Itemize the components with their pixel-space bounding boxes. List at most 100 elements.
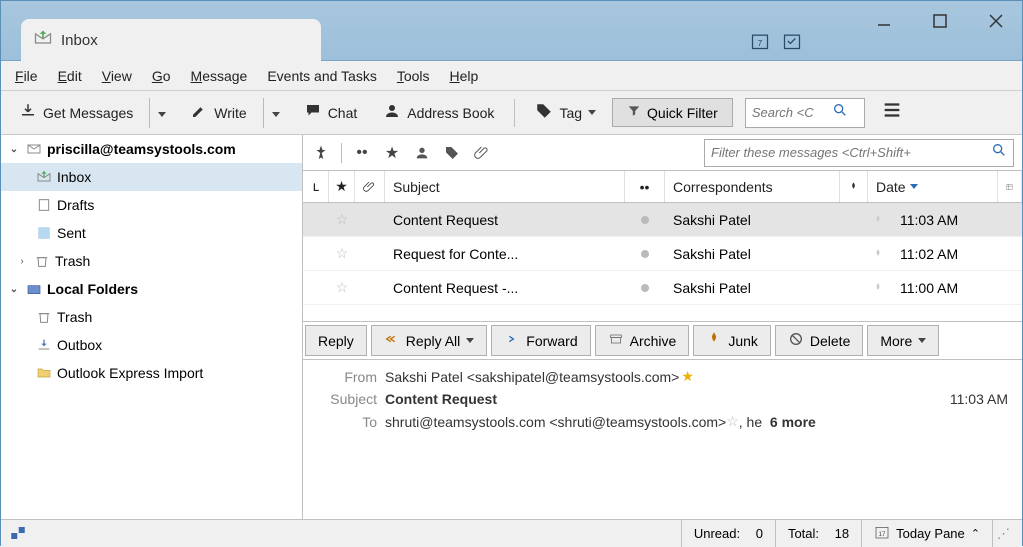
get-messages-button[interactable]: Get Messages bbox=[9, 98, 143, 127]
message-row[interactable]: ☆Content Request -...Sakshi Patel11:00 A… bbox=[303, 271, 1022, 305]
address-book-button[interactable]: Address Book bbox=[373, 98, 504, 127]
message-row[interactable]: ☆Content RequestSakshi Patel11:03 AM bbox=[303, 203, 1022, 237]
tasks-icon[interactable] bbox=[782, 31, 802, 51]
col-subject[interactable]: Subject bbox=[385, 171, 625, 202]
address-book-label: Address Book bbox=[407, 105, 494, 121]
folder-sent[interactable]: Sent bbox=[1, 219, 302, 247]
menu-go[interactable]: Go bbox=[144, 65, 179, 87]
junk-icon[interactable] bbox=[864, 271, 892, 304]
junk-icon[interactable] bbox=[864, 203, 892, 236]
junk-button[interactable]: Junk bbox=[693, 325, 771, 356]
reply-all-button[interactable]: Reply All bbox=[371, 325, 487, 356]
quick-filter-button[interactable]: Quick Filter bbox=[612, 98, 733, 127]
archive-button[interactable]: Archive bbox=[595, 325, 690, 356]
folder-trash[interactable]: › Trash bbox=[1, 247, 302, 275]
folder-inbox[interactable]: Inbox bbox=[1, 163, 302, 191]
col-date[interactable]: Date bbox=[868, 171, 998, 202]
forward-button[interactable]: Forward bbox=[491, 325, 590, 356]
archive-label: Archive bbox=[630, 333, 677, 349]
col-star[interactable]: ★ bbox=[329, 171, 355, 202]
calendar-icon[interactable]: 7 bbox=[750, 31, 770, 51]
unread-filter-icon[interactable]: •• bbox=[352, 143, 372, 163]
chat-button[interactable]: Chat bbox=[294, 98, 368, 127]
message-list[interactable]: ☆Content RequestSakshi Patel11:03 AM☆Req… bbox=[303, 203, 1022, 321]
folder-label: Outlook Express Import bbox=[57, 365, 203, 381]
forward-icon bbox=[504, 331, 520, 350]
starred-filter-icon[interactable]: ★ bbox=[382, 143, 402, 163]
col-junk[interactable] bbox=[840, 171, 868, 202]
star-icon[interactable]: ★ bbox=[681, 368, 694, 385]
account-row[interactable]: ⌄ priscilla@teamsystools.com bbox=[1, 135, 302, 163]
filter-search-input[interactable] bbox=[711, 145, 991, 160]
col-attachment[interactable] bbox=[355, 171, 385, 202]
folder-local-trash[interactable]: Trash bbox=[1, 303, 302, 331]
tag-filter-icon[interactable] bbox=[442, 143, 462, 163]
today-pane-toggle[interactable]: 17 Today Pane ⌃ bbox=[861, 520, 992, 547]
star-icon[interactable]: ☆ bbox=[329, 237, 355, 270]
from-value[interactable]: Sakshi Patel <sakshipatel@teamsystools.c… bbox=[385, 369, 679, 385]
delete-label: Delete bbox=[810, 333, 850, 349]
titlebar-extras: 7 bbox=[750, 31, 802, 51]
global-search-input[interactable] bbox=[752, 105, 832, 120]
maximize-button[interactable] bbox=[920, 5, 960, 37]
get-messages-dropdown[interactable] bbox=[149, 98, 174, 128]
sent-icon bbox=[35, 224, 53, 242]
junk-icon[interactable] bbox=[864, 237, 892, 270]
menu-message[interactable]: Message bbox=[183, 65, 256, 87]
message-row[interactable]: ☆Request for Conte...Sakshi Patel11:02 A… bbox=[303, 237, 1022, 271]
collapse-icon[interactable]: ⌄ bbox=[7, 284, 21, 295]
write-dropdown[interactable] bbox=[263, 98, 288, 128]
reply-button[interactable]: Reply bbox=[305, 325, 367, 356]
message-date: 11:00 AM bbox=[892, 271, 1022, 304]
col-thread[interactable]: ւ bbox=[303, 171, 329, 202]
col-read[interactable]: •• bbox=[625, 171, 665, 202]
folder-label: Trash bbox=[57, 309, 92, 325]
app-tab[interactable]: Inbox bbox=[21, 19, 321, 61]
global-search[interactable] bbox=[745, 98, 865, 128]
close-button[interactable] bbox=[976, 5, 1016, 37]
col-correspondents[interactable]: Correspondents bbox=[665, 171, 840, 202]
more-button[interactable]: More bbox=[867, 325, 939, 356]
filter-search[interactable] bbox=[704, 139, 1014, 167]
pin-icon[interactable] bbox=[311, 143, 331, 163]
write-button[interactable]: Write bbox=[180, 98, 256, 127]
minimize-button[interactable] bbox=[864, 5, 904, 37]
local-folders-row[interactable]: ⌄ Local Folders bbox=[1, 275, 302, 303]
read-dot[interactable] bbox=[625, 271, 665, 304]
tag-button[interactable]: Tag bbox=[525, 98, 606, 127]
window-controls bbox=[864, 5, 1016, 37]
read-dot[interactable] bbox=[625, 237, 665, 270]
message-subject: Content Request bbox=[385, 203, 625, 236]
read-dot[interactable] bbox=[625, 203, 665, 236]
menubar: File Edit View Go Message Events and Tas… bbox=[1, 61, 1022, 91]
attachment-filter-icon[interactable] bbox=[472, 143, 492, 163]
folder-outbox[interactable]: Outbox bbox=[1, 331, 302, 359]
to-label: To bbox=[317, 414, 377, 430]
folder-drafts[interactable]: Drafts bbox=[1, 191, 302, 219]
menu-view[interactable]: View bbox=[94, 65, 140, 87]
resize-grip[interactable]: ⋰ bbox=[992, 520, 1014, 547]
delete-button[interactable]: Delete bbox=[775, 325, 863, 356]
menu-edit[interactable]: Edit bbox=[50, 65, 90, 87]
col-picker[interactable] bbox=[998, 171, 1022, 202]
menu-events[interactable]: Events and Tasks bbox=[259, 65, 384, 87]
activity-icon[interactable] bbox=[9, 524, 29, 544]
menu-tools[interactable]: Tools bbox=[389, 65, 438, 87]
app-menu-button[interactable] bbox=[881, 99, 903, 126]
more-recipients[interactable]: 6 more bbox=[770, 414, 816, 430]
menu-help[interactable]: Help bbox=[442, 65, 487, 87]
archive-icon bbox=[608, 331, 624, 350]
expand-icon[interactable]: › bbox=[15, 256, 29, 267]
collapse-icon[interactable]: ⌄ bbox=[7, 144, 21, 155]
star-outline-icon[interactable]: ☆ bbox=[726, 413, 739, 430]
titlebar: Inbox 7 bbox=[1, 1, 1022, 61]
folder-outlook-import[interactable]: Outlook Express Import bbox=[1, 359, 302, 387]
contact-filter-icon[interactable] bbox=[412, 143, 432, 163]
folder-icon bbox=[35, 364, 53, 382]
to-value[interactable]: shruti@teamsystools.com <shruti@teamsyst… bbox=[385, 414, 726, 430]
menu-file[interactable]: File bbox=[7, 65, 46, 87]
star-icon[interactable]: ☆ bbox=[329, 271, 355, 304]
chevron-up-icon: ⌃ bbox=[971, 527, 980, 540]
folder-label: Sent bbox=[57, 225, 86, 241]
star-icon[interactable]: ☆ bbox=[329, 203, 355, 236]
